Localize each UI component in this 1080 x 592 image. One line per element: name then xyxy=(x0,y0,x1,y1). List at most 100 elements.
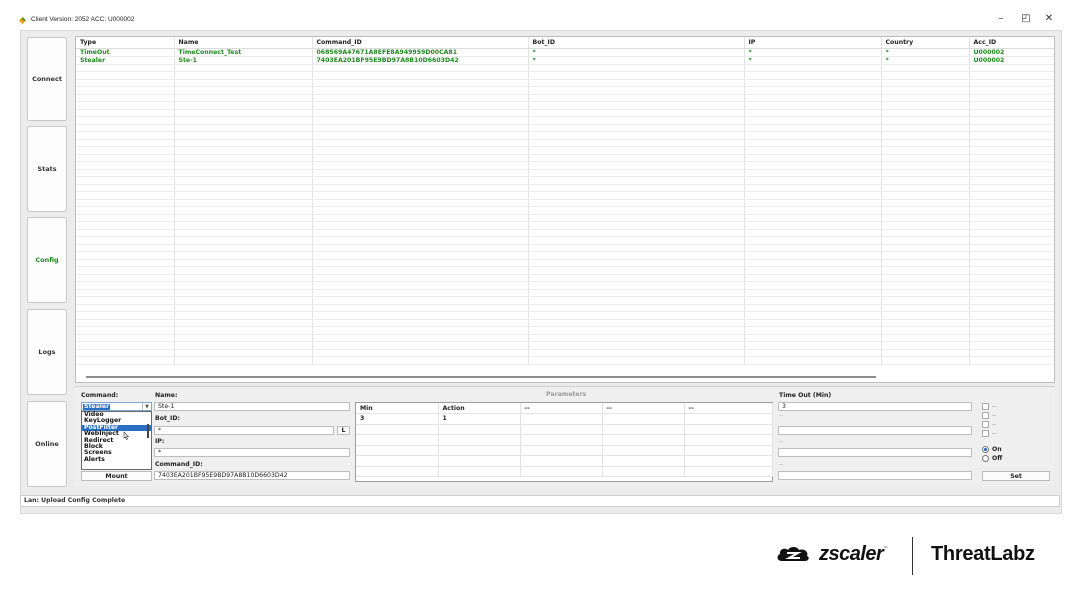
table-row-empty[interactable] xyxy=(76,296,1054,305)
parameters-row[interactable] xyxy=(356,445,773,456)
table-row-empty[interactable] xyxy=(76,229,1054,237)
nav-connect-button[interactable]: Connect xyxy=(27,37,67,121)
column-header-type[interactable]: Type xyxy=(76,37,175,49)
param-cell[interactable] xyxy=(356,434,439,446)
table-row-empty[interactable] xyxy=(76,94,1054,102)
param-cell[interactable] xyxy=(356,455,439,467)
nav-stats-button[interactable]: Stats xyxy=(27,126,67,212)
command-id-input[interactable]: 7403EA201BF95E9BD97A8B10D6603D42 xyxy=(154,471,350,480)
table-row-empty[interactable] xyxy=(76,221,1054,230)
restore-button[interactable]: ◰ xyxy=(1019,13,1033,24)
command-option-alerts[interactable]: Alerts xyxy=(82,456,151,463)
close-button[interactable]: ✕ xyxy=(1042,13,1056,24)
param-cell[interactable] xyxy=(438,455,521,467)
param-cell[interactable] xyxy=(684,466,773,477)
command-select[interactable]: Stealer ▼ xyxy=(81,402,152,411)
table-row[interactable]: TimeOut TimeConnect_Test 068569A47671A8E… xyxy=(76,48,1054,57)
parameters-row[interactable] xyxy=(356,455,773,467)
horizontal-scrollbar[interactable] xyxy=(86,376,876,378)
table-row-empty[interactable] xyxy=(76,274,1054,282)
table-row-empty[interactable] xyxy=(76,86,1054,95)
param-cell[interactable] xyxy=(356,445,439,456)
param-cell[interactable] xyxy=(520,445,603,456)
table-row-empty[interactable] xyxy=(76,139,1054,147)
table-row-empty[interactable] xyxy=(76,191,1054,200)
table-row-empty[interactable] xyxy=(76,349,1054,357)
table-row-empty[interactable] xyxy=(76,161,1054,170)
timeout-extra-input-3[interactable] xyxy=(778,471,972,480)
table-row-empty[interactable] xyxy=(76,71,1054,80)
param-cell[interactable] xyxy=(520,424,603,435)
table-row-empty[interactable] xyxy=(76,251,1054,260)
param-cell[interactable] xyxy=(520,455,603,467)
table-row-empty[interactable] xyxy=(76,289,1054,297)
param-cell[interactable] xyxy=(438,445,521,456)
table-row-empty[interactable] xyxy=(76,214,1054,222)
param-cell[interactable] xyxy=(520,434,603,446)
table-row-empty[interactable] xyxy=(76,79,1054,87)
param-cell[interactable] xyxy=(602,424,685,435)
param-cell[interactable] xyxy=(684,434,773,446)
table-row-empty[interactable] xyxy=(76,319,1054,327)
table-row-empty[interactable] xyxy=(76,244,1054,252)
on-radio[interactable] xyxy=(982,446,989,453)
param-cell[interactable] xyxy=(602,413,685,425)
param-cell[interactable] xyxy=(438,424,521,435)
table-row-empty[interactable] xyxy=(76,116,1054,125)
timeout-extra-input-1[interactable] xyxy=(778,426,972,435)
param-cell[interactable] xyxy=(684,455,773,467)
column-header-bot-id[interactable]: Bot_ID xyxy=(528,37,745,49)
column-header-command-id[interactable]: Command_ID xyxy=(312,37,529,49)
table-row-empty[interactable] xyxy=(76,146,1054,155)
off-radio[interactable] xyxy=(982,455,989,462)
nav-logs-button[interactable]: Logs xyxy=(27,309,67,395)
param-cell[interactable] xyxy=(356,424,439,435)
parameters-row[interactable] xyxy=(356,466,773,477)
table-row-empty[interactable] xyxy=(76,259,1054,267)
command-dropdown-list[interactable]: Video KeyLogger PostFilter WebInject Red… xyxy=(81,411,152,470)
param-cell[interactable] xyxy=(520,413,603,425)
commands-grid[interactable]: Type Name Command_ID Bot_ID IP Country A… xyxy=(75,36,1055,383)
dropdown-scrollbar[interactable] xyxy=(147,424,149,438)
set-button[interactable]: Set xyxy=(982,471,1050,481)
parameters-grid[interactable]: Min Action -- -- -- 3 1 xyxy=(355,402,773,482)
name-input[interactable]: Ste-1 xyxy=(154,402,350,411)
table-row-empty[interactable] xyxy=(76,199,1054,207)
minimize-button[interactable]: – xyxy=(994,13,1008,24)
param-cell[interactable] xyxy=(684,424,773,435)
param-cell[interactable] xyxy=(602,466,685,477)
table-row-empty[interactable] xyxy=(76,101,1054,110)
column-header-country[interactable]: Country xyxy=(881,37,970,49)
param-cell-action[interactable]: 1 xyxy=(438,413,521,425)
table-row-empty[interactable] xyxy=(76,334,1054,342)
bot-id-list-button[interactable]: L xyxy=(337,426,350,435)
parameters-row[interactable] xyxy=(356,434,773,446)
table-row-empty[interactable] xyxy=(76,236,1054,245)
param-cell-min[interactable]: 3 xyxy=(356,413,439,425)
option-checkbox-1[interactable] xyxy=(982,403,989,410)
timeout-extra-input-2[interactable] xyxy=(778,448,972,457)
nav-config-button[interactable]: Config xyxy=(27,217,67,303)
option-checkbox-4[interactable] xyxy=(982,430,989,437)
param-cell[interactable] xyxy=(438,434,521,446)
chevron-down-icon[interactable]: ▼ xyxy=(142,403,151,410)
param-cell[interactable] xyxy=(684,445,773,456)
column-header-acc-id[interactable]: Acc_ID xyxy=(969,37,1054,49)
param-cell[interactable] xyxy=(602,434,685,446)
table-row-empty[interactable] xyxy=(76,311,1054,320)
param-cell[interactable] xyxy=(356,466,439,477)
param-cell[interactable] xyxy=(684,413,773,425)
table-row-empty[interactable] xyxy=(76,124,1054,132)
parameters-row[interactable] xyxy=(356,424,773,435)
table-row-empty[interactable] xyxy=(76,176,1054,185)
table-row-empty[interactable] xyxy=(76,109,1054,117)
ip-input[interactable]: * xyxy=(154,448,350,457)
column-header-ip[interactable]: IP xyxy=(744,37,882,49)
mount-button[interactable]: Mount xyxy=(81,471,152,481)
bot-id-input[interactable]: * xyxy=(154,426,334,435)
table-row-empty[interactable] xyxy=(76,326,1054,335)
table-row-empty[interactable] xyxy=(76,341,1054,350)
table-row-empty[interactable] xyxy=(76,169,1054,177)
nav-online-button[interactable]: Online xyxy=(27,401,67,487)
table-row[interactable]: Stealer Ste-1 7403EA201BF95E9BD97A8B10D6… xyxy=(76,56,1054,65)
